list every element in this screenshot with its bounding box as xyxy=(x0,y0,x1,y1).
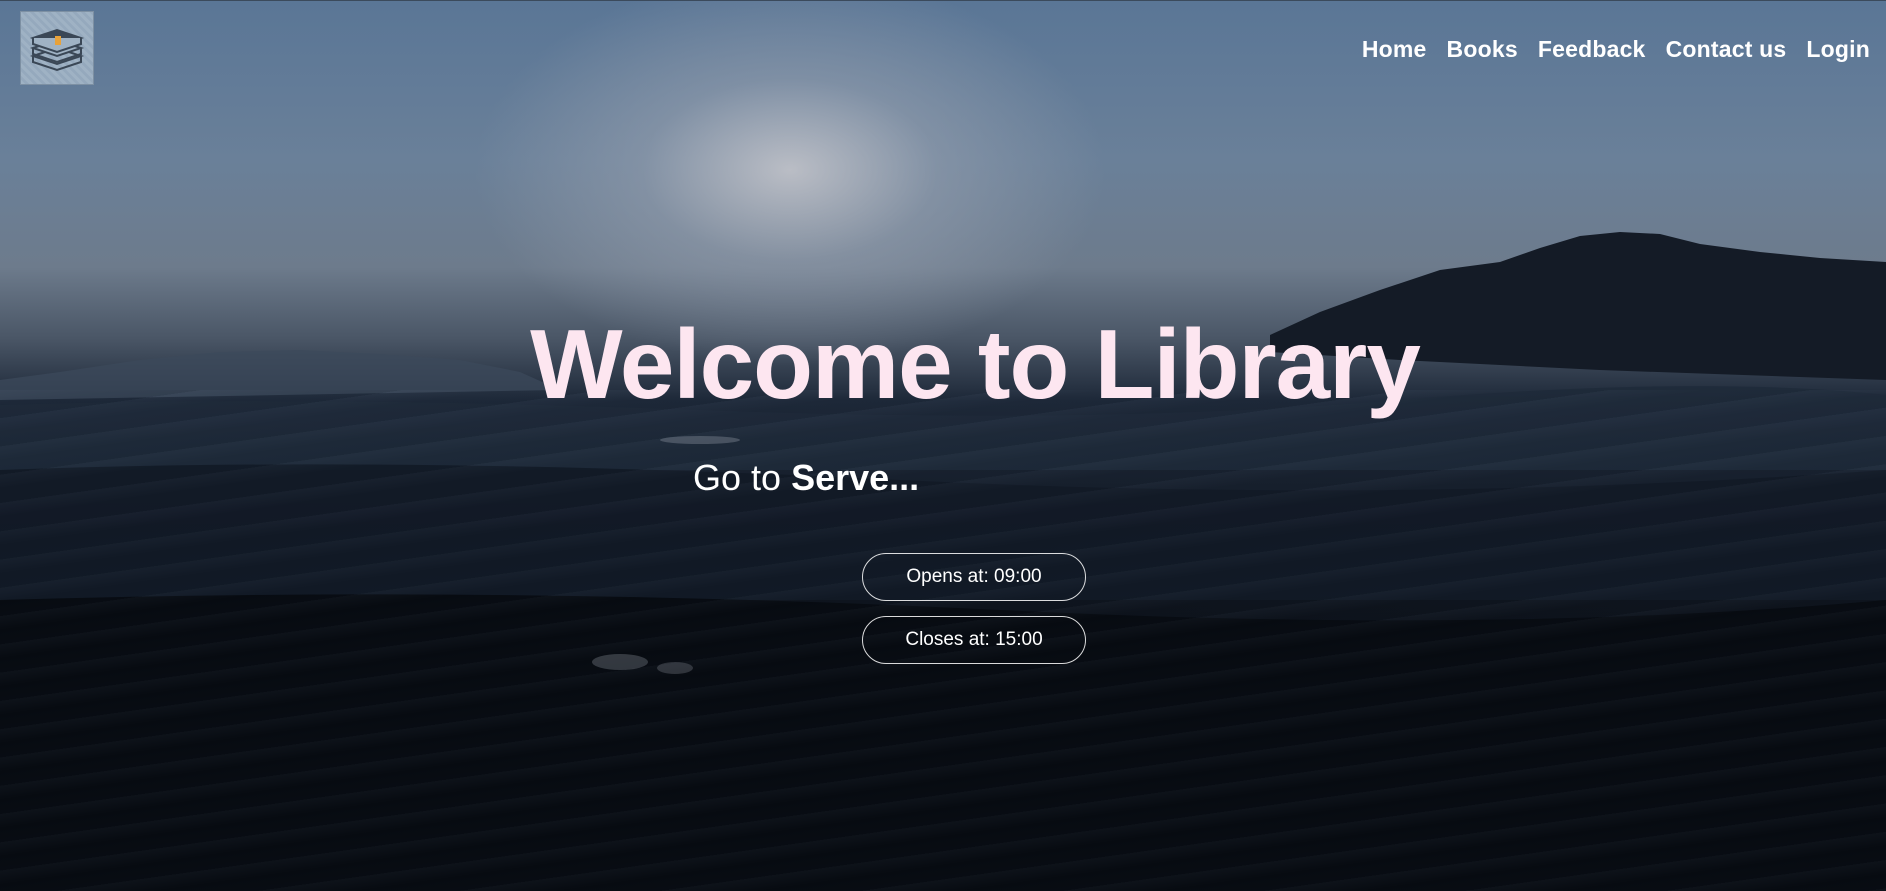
subtitle-prefix: Go to xyxy=(693,457,792,498)
hero-subtitle: Go to Serve... xyxy=(693,460,919,496)
nav-login[interactable]: Login xyxy=(1806,36,1870,63)
books-stack-icon xyxy=(29,28,85,72)
hero-title: Welcome to Library xyxy=(530,309,1421,419)
subtitle-typed-word: Serve... xyxy=(791,457,920,498)
hero-background: Home Books Feedback Contact us Login Wel… xyxy=(0,0,1886,891)
nav-home[interactable]: Home xyxy=(1362,36,1427,63)
main-nav: Home Books Feedback Contact us Login xyxy=(1362,36,1870,63)
site-logo[interactable] xyxy=(20,11,94,85)
opening-hours-badge: Opens at: 09:00 xyxy=(862,553,1086,601)
nav-contact-us[interactable]: Contact us xyxy=(1666,36,1787,63)
distant-hills-illustration xyxy=(0,232,1886,891)
nav-feedback[interactable]: Feedback xyxy=(1538,36,1646,63)
nav-books[interactable]: Books xyxy=(1447,36,1518,63)
closing-hours-badge: Closes at: 15:00 xyxy=(862,616,1086,664)
